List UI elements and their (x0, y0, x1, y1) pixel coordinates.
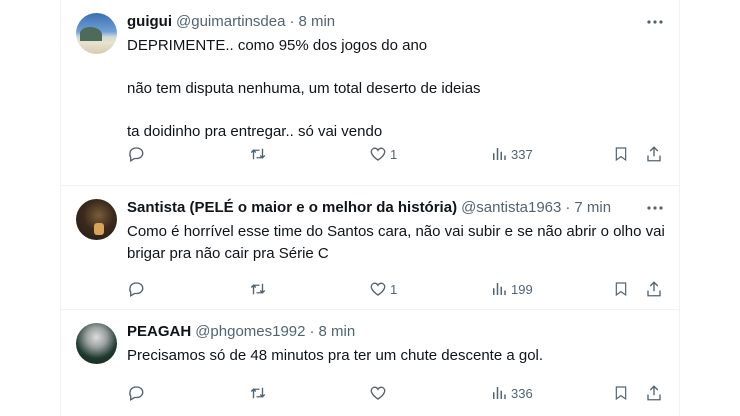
share-button[interactable] (645, 144, 663, 164)
reply-button[interactable] (127, 144, 145, 164)
retweet-icon (250, 387, 266, 399)
reply-button[interactable] (127, 279, 145, 299)
view-count: 199 (511, 281, 533, 297)
avatar[interactable] (76, 13, 117, 54)
like-count: 1 (390, 146, 398, 162)
share-button[interactable] (645, 383, 663, 403)
reply-icon (129, 147, 144, 162)
more-dots-icon (647, 206, 663, 210)
avatar[interactable] (76, 323, 117, 364)
more-options-button[interactable] (645, 200, 665, 216)
reply-thread: guigui @guimartinsdea · 8 min DEPRIMENTE… (60, 0, 680, 416)
tweet-header: PEAGAH @phgomes1992 · 8 min (127, 320, 665, 342)
view-count: 336 (511, 385, 533, 401)
user-handle[interactable]: @santista1963 (461, 199, 561, 216)
retweet-icon (250, 148, 266, 160)
bookmark-button[interactable] (613, 383, 629, 403)
views-bar-chart-icon (493, 283, 506, 295)
tweet-line: Como é horrível esse time do Santos cara… (127, 223, 665, 262)
bookmark-button[interactable] (613, 144, 629, 164)
bookmark-icon (615, 147, 627, 162)
like-button[interactable]: 1 (369, 144, 397, 164)
tweet-header: guigui @guimartinsdea · 8 min (127, 10, 665, 32)
retweet-button[interactable] (248, 383, 268, 403)
like-button[interactable]: 1 (369, 279, 397, 299)
timestamp[interactable]: 8 min (319, 323, 356, 340)
tweet-item[interactable]: guigui @guimartinsdea · 8 min DEPRIMENTE… (61, 0, 679, 186)
reply-icon (129, 282, 144, 297)
tweet-item[interactable]: Santista (PELÉ o maior e o melhor da his… (61, 186, 679, 310)
reply-icon (129, 386, 144, 401)
timestamp[interactable]: 8 min (298, 13, 335, 30)
avatar[interactable] (76, 199, 117, 240)
retweet-icon (250, 283, 266, 295)
views-button[interactable]: 336 (490, 383, 533, 403)
separator-dot: · (309, 322, 315, 340)
views-button[interactable]: 199 (490, 279, 533, 299)
views-button[interactable]: 337 (490, 144, 533, 164)
heart-icon (370, 147, 386, 161)
tweet-text: Precisamos só de 48 minutos pra ter um c… (127, 345, 665, 367)
share-icon (647, 281, 661, 297)
retweet-button[interactable] (248, 144, 268, 164)
retweet-button[interactable] (248, 279, 268, 299)
share-icon (647, 146, 661, 162)
tweet-line: DEPRIMENTE.. como 95% dos jogos do ano (127, 37, 428, 54)
bookmark-icon (615, 386, 627, 401)
like-count: 1 (390, 281, 398, 297)
action-bar: 1 337 (127, 144, 665, 164)
reply-button[interactable] (127, 383, 145, 403)
action-bar: 1 199 (127, 279, 665, 299)
tweet-item[interactable]: PEAGAH @phgomes1992 · 8 min Precisamos s… (61, 310, 679, 416)
like-button[interactable] (369, 383, 390, 403)
display-name[interactable]: guigui (127, 13, 172, 30)
heart-icon (370, 386, 386, 400)
share-button[interactable] (645, 279, 663, 299)
views-bar-chart-icon (493, 148, 506, 160)
tweet-line: ta doidinho pra entregar.. só vai vendo (127, 123, 383, 140)
more-options-button[interactable] (645, 14, 665, 30)
bookmark-button[interactable] (613, 279, 629, 299)
action-bar: 336 (127, 383, 665, 403)
bookmark-icon (615, 282, 627, 297)
user-handle[interactable]: @phgomes1992 (195, 323, 305, 340)
view-count: 337 (511, 146, 533, 162)
user-handle[interactable]: @guimartinsdea (176, 13, 285, 30)
views-bar-chart-icon (493, 387, 506, 399)
separator-dot: · (289, 12, 295, 30)
tweet-line: Precisamos só de 48 minutos pra ter um c… (127, 347, 544, 364)
display-name[interactable]: Santista (PELÉ o maior e o melhor da his… (127, 199, 457, 216)
timestamp[interactable]: 7 min (574, 199, 611, 216)
tweet-line: não tem disputa nenhuma, um total desert… (127, 80, 481, 97)
more-dots-icon (647, 20, 663, 24)
tweet-text: Como é horrível esse time do Santos cara… (127, 221, 665, 265)
share-icon (647, 385, 661, 401)
tweet-header: Santista (PELÉ o maior e o melhor da his… (127, 196, 665, 218)
separator-dot: · (565, 198, 571, 216)
display-name[interactable]: PEAGAH (127, 323, 191, 340)
tweet-text: DEPRIMENTE.. como 95% dos jogos do ano n… (127, 35, 665, 143)
heart-icon (370, 282, 386, 296)
